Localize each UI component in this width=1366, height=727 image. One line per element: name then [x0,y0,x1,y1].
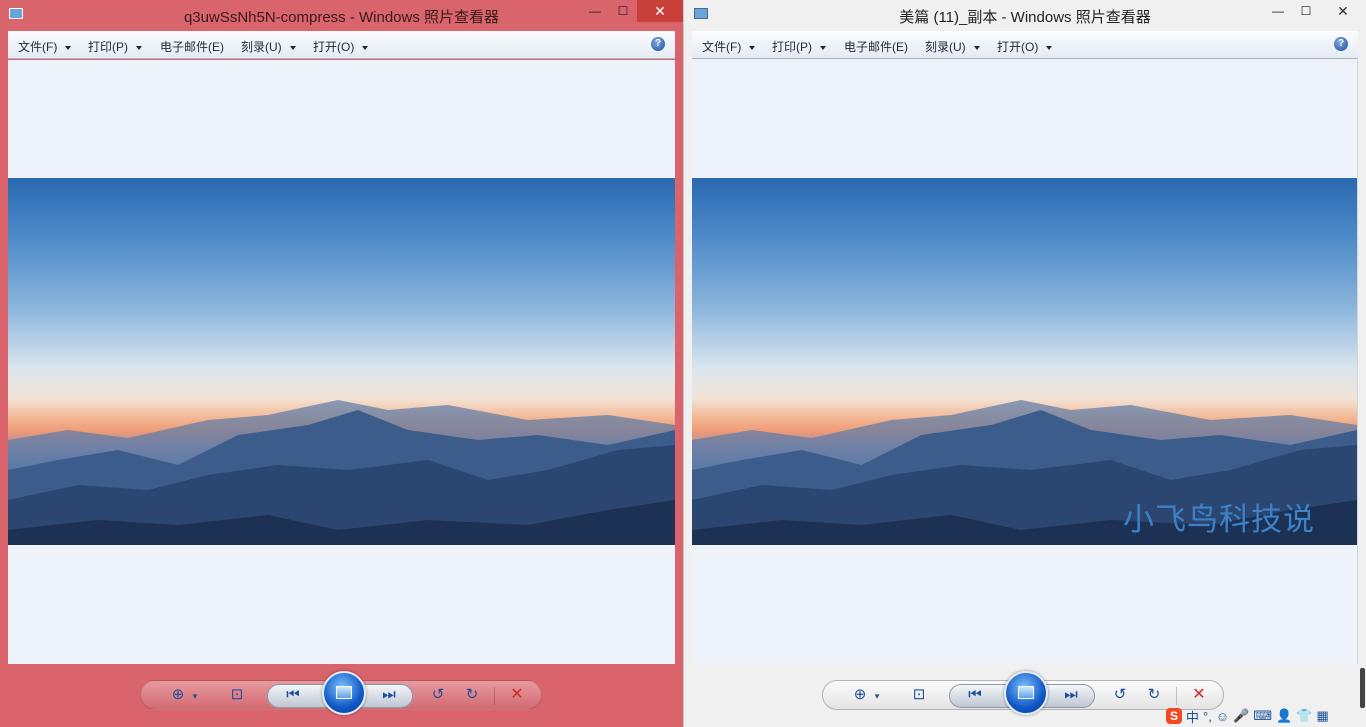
menu-burn[interactable]: 刻录(U) [241,38,296,55]
next-icon[interactable]: ⏭ [1061,686,1081,704]
emoji-icon[interactable]: ☺ [1216,709,1229,724]
photo-viewer-window-left: q3uwSsNh5N-compress - Windows 照片查看器 — ☐ … [0,0,683,727]
menu-bar: 文件(F) 打印(P) 电子邮件(E) 刻录(U) 打开(O) ? [8,31,675,59]
toolbox-icon[interactable]: ▦ [1316,708,1328,724]
ime-toolbar: S 中 °, ☺ 🎤 ⌨ 👤 👕 ▦ [1160,705,1366,727]
chevron-down-icon [362,45,369,50]
watermark-text: 小飞鸟科技说 [1123,502,1315,538]
scroll-handle[interactable] [1360,668,1365,708]
actual-size-icon[interactable]: ⊡ [227,686,247,704]
menu-email[interactable]: 电子邮件(E) [844,38,908,55]
zoom-dropdown-icon[interactable]: ▾ [191,687,199,705]
previous-icon[interactable]: ⏮ [965,686,985,704]
chevron-down-icon [65,45,72,50]
actual-size-icon[interactable]: ⊡ [909,686,929,704]
keyboard-icon[interactable]: ⌨ [1253,708,1272,724]
menu-open[interactable]: 打开(O) [313,38,369,55]
rotate-cw-icon[interactable]: ↻ [1144,686,1164,704]
menu-email[interactable]: 电子邮件(E) [160,38,224,55]
menu-file[interactable]: 文件(F) [702,38,756,55]
minimize-button[interactable]: — [1264,0,1292,22]
menu-bar: 文件(F) 打印(P) 电子邮件(E) 刻录(U) 打开(O) ? [692,31,1358,59]
rotate-cw-icon[interactable]: ↻ [462,686,482,704]
slideshow-button[interactable] [1004,671,1048,715]
delete-icon[interactable]: ✕ [1189,686,1209,704]
sogou-ime-icon[interactable]: S [1166,708,1182,724]
menu-print[interactable]: 打印(P) [772,38,826,55]
punctuation-icon[interactable]: °, [1203,709,1212,724]
image-canvas[interactable] [8,60,675,664]
next-icon[interactable]: ⏭ [379,686,399,704]
microphone-icon[interactable]: 🎤 [1233,708,1249,724]
maximize-button[interactable]: ☐ [1292,0,1320,22]
zoom-icon[interactable]: ⊕ [168,686,188,704]
minimize-button[interactable]: — [581,0,609,22]
chevron-down-icon [820,45,826,50]
help-icon[interactable]: ? [651,37,665,51]
maximize-button[interactable]: ☐ [609,0,637,22]
image-canvas[interactable]: 小飞鸟科技说 [692,60,1358,664]
chinese-mode-icon[interactable]: 中 [1186,707,1199,726]
close-button[interactable]: ✕ [637,0,683,22]
delete-icon[interactable]: ✕ [507,686,527,704]
user-icon[interactable]: 👤 [1276,708,1292,724]
chevron-down-icon [973,45,980,50]
menu-burn[interactable]: 刻录(U) [925,38,980,55]
slideshow-button[interactable] [322,671,366,715]
menu-file[interactable]: 文件(F) [18,38,72,55]
mountains-graphic [8,400,675,545]
photo-viewer-window-right: 美篇 (11)_副本 - Windows 照片查看器 — ☐ ✕ 文件(F) 打… [683,0,1366,727]
title-bar[interactable]: q3uwSsNh5N-compress - Windows 照片查看器 — ☐ … [0,0,683,30]
skin-icon[interactable]: 👕 [1296,708,1312,724]
divider [494,687,495,705]
menu-open[interactable]: 打开(O) [997,38,1053,55]
photo-mountain-sunset: 小飞鸟科技说 [692,178,1357,545]
rotate-ccw-icon[interactable]: ↺ [428,686,448,704]
chevron-down-icon [749,45,756,50]
close-button[interactable]: ✕ [1320,0,1366,22]
chevron-down-icon [289,45,296,50]
zoom-dropdown-icon[interactable]: ▾ [873,687,881,705]
viewer-control-bar: ⊕ ▾ ⊡ ⏮ ⏭ ↺ ↻ ✕ [140,671,542,715]
photo-mountain-sunset [8,178,675,545]
chevron-down-icon [136,45,142,50]
rotate-ccw-icon[interactable]: ↺ [1110,686,1130,704]
title-bar[interactable]: 美篇 (11)_副本 - Windows 照片查看器 — ☐ ✕ [684,0,1366,30]
menu-print[interactable]: 打印(P) [88,38,142,55]
chevron-down-icon [1046,45,1053,50]
previous-icon[interactable]: ⏮ [283,686,303,704]
help-icon[interactable]: ? [1334,37,1348,51]
divider [1176,687,1177,705]
zoom-icon[interactable]: ⊕ [850,686,870,704]
